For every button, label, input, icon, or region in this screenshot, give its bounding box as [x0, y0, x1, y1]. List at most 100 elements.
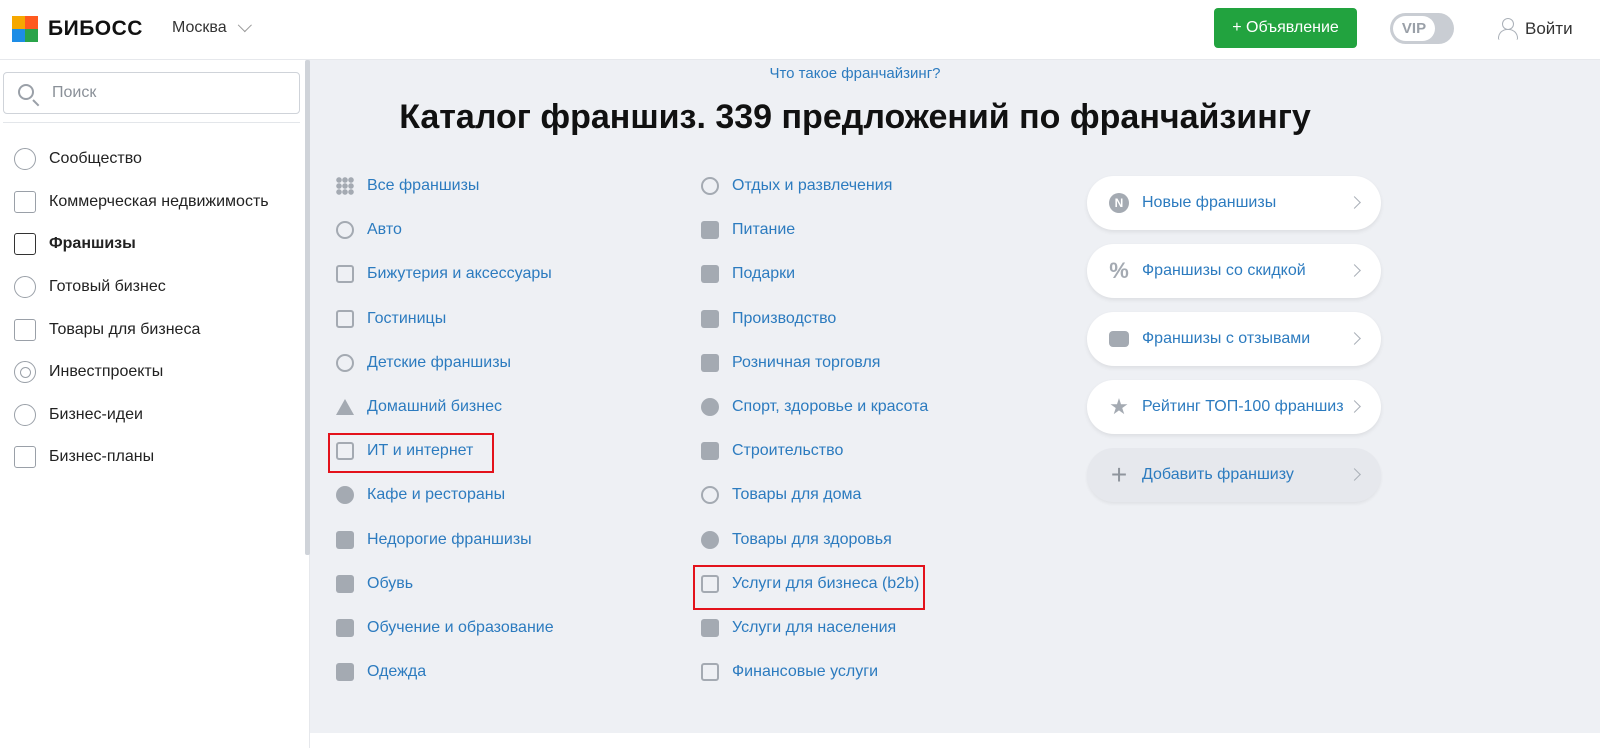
category-label: Кафе и рестораны: [367, 486, 506, 504]
category-label: Розничная торговля: [732, 353, 881, 371]
category-leisure[interactable]: Отдых и развлечения: [701, 164, 1021, 208]
category-it-internet[interactable]: ИТ и интернет: [336, 429, 656, 473]
category-education[interactable]: Обучение и образование: [336, 606, 656, 650]
category-hotels[interactable]: Гостиницы: [336, 297, 656, 341]
category-label: Авто: [367, 221, 402, 239]
add-listing-button[interactable]: + Объявление: [1214, 8, 1357, 48]
category-label: Финансовые услуги: [732, 663, 879, 681]
page-scrollbar[interactable]: [1585, 60, 1600, 733]
category-gifts[interactable]: Подарки: [701, 252, 1021, 296]
card-discount-franchises[interactable]: % Франшизы со скидкой: [1087, 244, 1381, 298]
sidebar-item-franchises[interactable]: Франшизы: [0, 223, 305, 266]
category-jewelry[interactable]: Бижутерия и аксессуары: [336, 252, 656, 296]
star-icon: ★: [1109, 394, 1129, 419]
top-header: БИБОСС Москва + Объявление VIP Войти: [0, 0, 1600, 60]
card-label: Франшизы со скидкой: [1142, 262, 1306, 279]
chevron-right-icon: [1348, 400, 1361, 413]
sidebar-item-label: Бизнес-планы: [49, 448, 155, 466]
sidebar-item-business-plans[interactable]: Бизнес-планы: [0, 436, 305, 479]
category-shoes[interactable]: Обувь: [336, 562, 656, 606]
category-food[interactable]: Питание: [701, 208, 1021, 252]
sidebar-item-label: Сообщество: [49, 150, 142, 168]
heart-icon: [701, 530, 719, 549]
search-box[interactable]: [3, 72, 300, 114]
category-label: Услуги для населения: [732, 618, 897, 636]
login-link[interactable]: Войти: [1497, 18, 1573, 40]
ruble-icon: [336, 530, 354, 549]
category-home-goods[interactable]: Товары для дома: [701, 473, 1021, 517]
category-finance[interactable]: Финансовые услуги: [701, 650, 1021, 694]
basket-icon: [701, 353, 719, 372]
card-add-franchise[interactable]: + Добавить франшизу: [1087, 448, 1381, 502]
category-label: Недорогие франшизы: [367, 530, 532, 548]
category-label: Одежда: [367, 663, 427, 681]
category-cafe[interactable]: Кафе и рестораны: [336, 473, 656, 517]
category-label: Обувь: [367, 574, 414, 592]
hammer-icon: [701, 442, 719, 461]
logo[interactable]: БИБОСС: [12, 16, 143, 42]
category-auto[interactable]: Авто: [336, 208, 656, 252]
what-is-franchising-link[interactable]: Что такое франчайзинг?: [310, 65, 1400, 82]
category-cheap[interactable]: Недорогие франшизы: [336, 518, 656, 562]
category-retail[interactable]: Розничная торговля: [701, 341, 1021, 385]
card-top100-rating[interactable]: ★ Рейтинг ТОП-100 франшиз: [1087, 380, 1381, 434]
sidebar-item-investprojects[interactable]: Инвестпроекты: [0, 351, 305, 394]
chevron-right-icon: [1348, 196, 1361, 209]
sidebar-item-label: Готовый бизнес: [49, 278, 166, 296]
category-b2b[interactable]: Услуги для бизнеса (b2b): [701, 562, 1021, 606]
sidebar-item-community[interactable]: Сообщество: [0, 138, 305, 181]
sidebar-item-label: Франшизы: [49, 235, 136, 253]
city-selector[interactable]: Москва: [172, 18, 252, 37]
graduation-cap-icon: [336, 618, 354, 637]
page-footer-strip: [310, 733, 1600, 748]
search-input[interactable]: [52, 84, 282, 102]
category-construction[interactable]: Строительство: [701, 429, 1021, 473]
gift-icon: [701, 265, 719, 284]
sidebar: Сообщество Коммерческая недвижимость Фра…: [0, 60, 310, 748]
card-reviewed-franchises[interactable]: Франшизы с отзывами: [1087, 312, 1381, 366]
pizza-icon: [701, 221, 719, 240]
category-label: Все франшизы: [367, 177, 480, 195]
category-all[interactable]: Все франшизы: [336, 164, 656, 208]
vip-label: VIP: [1393, 16, 1435, 41]
main-content: Что такое франчайзинг? Каталог франшиз. …: [310, 60, 1600, 733]
card-new-franchises[interactable]: N Новые франшизы: [1087, 176, 1381, 230]
category-clothes[interactable]: Одежда: [336, 650, 656, 694]
category-label: ИТ и интернет: [367, 442, 474, 460]
feather-icon: [701, 486, 719, 505]
briefcase-icon: [14, 233, 36, 256]
login-label: Войти: [1525, 19, 1573, 38]
logo-icon: [12, 16, 38, 42]
card-label: Рейтинг ТОП-100 франшиз: [1142, 398, 1344, 415]
sidebar-item-business-ideas[interactable]: Бизнес-идеи: [0, 394, 305, 437]
factory-icon: [701, 309, 719, 328]
wheel-icon: [336, 221, 354, 240]
briefcase-icon: [701, 574, 719, 593]
category-kids[interactable]: Детские франшизы: [336, 341, 656, 385]
category-production[interactable]: Производство: [701, 297, 1021, 341]
new-badge-icon: N: [1109, 193, 1129, 213]
percent-icon: %: [1109, 258, 1129, 283]
chat-bubble-icon: [1109, 331, 1129, 347]
card-label: Добавить франшизу: [1142, 466, 1294, 483]
category-label: Услуги для бизнеса (b2b): [732, 574, 920, 592]
sidebar-item-label: Коммерческая недвижимость: [49, 192, 269, 210]
category-home-business[interactable]: Домашний бизнес: [336, 385, 656, 429]
sidebar-item-label: Товары для бизнеса: [49, 320, 201, 338]
sidebar-item-label: Бизнес-идеи: [49, 405, 143, 423]
quick-links: N Новые франшизы % Франшизы со скидкой Ф…: [1087, 176, 1381, 516]
sidebar-item-business-goods[interactable]: Товары для бизнеса: [0, 308, 305, 351]
category-sport-health[interactable]: Спорт, здоровье и красота: [701, 385, 1021, 429]
cup-icon: [336, 486, 354, 505]
category-health-goods[interactable]: Товары для здоровья: [701, 518, 1021, 562]
tshirt-icon: [336, 663, 354, 682]
bed-icon: [336, 309, 354, 328]
grid-icon: [336, 177, 354, 196]
clipboard-check-icon: [14, 446, 36, 469]
sidebar-item-ready-business[interactable]: Готовый бизнес: [0, 266, 305, 309]
card-icon: [701, 663, 719, 682]
box-icon: [14, 318, 36, 341]
vip-toggle[interactable]: VIP: [1390, 13, 1454, 44]
sidebar-item-commercial-realty[interactable]: Коммерческая недвижимость: [0, 181, 305, 224]
category-consumer-services[interactable]: Услуги для населения: [701, 606, 1021, 650]
